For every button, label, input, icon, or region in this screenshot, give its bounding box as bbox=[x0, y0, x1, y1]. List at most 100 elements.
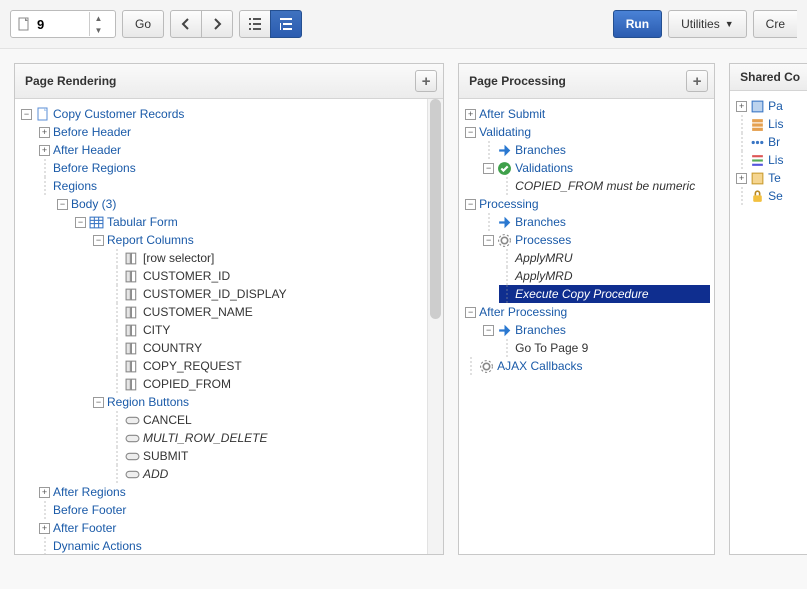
run-button[interactable]: Run bbox=[613, 10, 662, 38]
node-execute-copy-selected[interactable]: Execute Copy Procedure bbox=[499, 285, 710, 303]
toggle-expand[interactable]: + bbox=[736, 101, 747, 112]
prev-page-button[interactable] bbox=[170, 10, 202, 38]
toggle-collapse[interactable]: − bbox=[465, 199, 476, 210]
shared-se[interactable]: Se bbox=[768, 187, 783, 205]
btn-cancel[interactable]: CANCEL bbox=[143, 411, 192, 429]
page-number-field[interactable]: ▲ ▼ bbox=[10, 10, 116, 38]
shared-pa[interactable]: Pa bbox=[768, 97, 783, 115]
gear-icon bbox=[479, 359, 494, 374]
page-icon bbox=[35, 107, 50, 122]
toggle-expand[interactable]: + bbox=[39, 127, 50, 138]
view-tree-button[interactable] bbox=[270, 10, 302, 38]
toggle-expand[interactable]: + bbox=[736, 173, 747, 184]
node-apply-mru[interactable]: ApplyMRU bbox=[515, 249, 572, 267]
col-customer-name[interactable]: CUSTOMER_NAME bbox=[143, 303, 253, 321]
node-apply-mrd[interactable]: ApplyMRD bbox=[515, 267, 572, 285]
utilities-button[interactable]: Utilities ▼ bbox=[668, 10, 747, 38]
node-ajax-callbacks[interactable]: AJAX Callbacks bbox=[497, 357, 582, 375]
btn-multi-row-delete[interactable]: MULTI_ROW_DELETE bbox=[143, 429, 267, 447]
node-validations[interactable]: Validations bbox=[515, 159, 573, 177]
node-after-header[interactable]: After Header bbox=[53, 141, 121, 159]
panel-shared: Shared Co + Pa Lis Br Lis + Te Se bbox=[729, 63, 807, 555]
shared-lis2[interactable]: Lis bbox=[768, 151, 783, 169]
col-customer-id-display[interactable]: CUSTOMER_ID_DISPLAY bbox=[143, 285, 287, 303]
toggle-collapse[interactable]: − bbox=[75, 217, 86, 228]
node-region-buttons[interactable]: Region Buttons bbox=[107, 393, 189, 411]
view-grid-button[interactable] bbox=[239, 10, 271, 38]
node-before-footer[interactable]: Before Footer bbox=[53, 501, 126, 519]
node-after-submit[interactable]: After Submit bbox=[479, 105, 545, 123]
toggle-collapse[interactable]: − bbox=[483, 163, 494, 174]
page-spinner[interactable]: ▲ ▼ bbox=[89, 12, 107, 36]
node-validating[interactable]: Validating bbox=[479, 123, 531, 141]
tree-root[interactable]: Copy Customer Records bbox=[53, 105, 184, 123]
breadcrumb-icon bbox=[750, 135, 765, 150]
node-after-processing[interactable]: After Processing bbox=[479, 303, 567, 321]
node-tabular-form[interactable]: Tabular Form bbox=[107, 213, 178, 231]
rendering-tree[interactable]: − Copy Customer Records +Before Header +… bbox=[15, 99, 443, 554]
panel-shared-header: Shared Co bbox=[730, 64, 807, 91]
spinner-down[interactable]: ▼ bbox=[90, 24, 107, 36]
btn-submit[interactable]: SUBMIT bbox=[143, 447, 188, 465]
toggle-collapse[interactable]: − bbox=[483, 325, 494, 336]
node-dynamic-actions[interactable]: Dynamic Actions bbox=[53, 537, 142, 554]
toggle-collapse[interactable]: − bbox=[465, 307, 476, 318]
panel-processing-add-button[interactable]: + bbox=[686, 70, 708, 92]
node-copied-from-numeric[interactable]: COPIED_FROM must be numeric bbox=[515, 177, 695, 195]
toggle-expand[interactable]: + bbox=[465, 109, 476, 120]
toggle-collapse[interactable]: − bbox=[93, 397, 104, 408]
shared-tree[interactable]: + Pa Lis Br Lis + Te Se bbox=[730, 91, 807, 211]
btn-add[interactable]: ADD bbox=[143, 465, 168, 483]
node-body[interactable]: Body (3) bbox=[71, 195, 116, 213]
column-icon bbox=[125, 377, 140, 392]
node-report-columns[interactable]: Report Columns bbox=[107, 231, 194, 249]
node-before-regions[interactable]: Before Regions bbox=[53, 159, 136, 177]
go-button[interactable]: Go bbox=[122, 10, 164, 38]
toggle-collapse[interactable]: − bbox=[57, 199, 68, 210]
toggle-collapse[interactable]: − bbox=[465, 127, 476, 138]
col-customer-id[interactable]: CUSTOMER_ID bbox=[143, 267, 230, 285]
spinner-up[interactable]: ▲ bbox=[90, 12, 107, 24]
toggle-expand[interactable]: + bbox=[39, 487, 50, 498]
lock-icon bbox=[750, 189, 765, 204]
next-page-button[interactable] bbox=[201, 10, 233, 38]
toggle-expand[interactable]: + bbox=[39, 145, 50, 156]
column-icon bbox=[125, 287, 140, 302]
panel-rendering: Page Rendering + − Copy Customer Records… bbox=[14, 63, 444, 555]
toggle-collapse[interactable]: − bbox=[21, 109, 32, 120]
scrollbar[interactable] bbox=[427, 99, 443, 554]
node-after-regions[interactable]: After Regions bbox=[53, 483, 126, 501]
node-execute-copy[interactable]: Execute Copy Procedure bbox=[515, 285, 648, 303]
panels-container: Page Rendering + − Copy Customer Records… bbox=[0, 49, 807, 569]
node-branches[interactable]: Branches bbox=[515, 321, 566, 339]
col-country[interactable]: COUNTRY bbox=[143, 339, 202, 357]
node-before-header[interactable]: Before Header bbox=[53, 123, 131, 141]
button-icon bbox=[125, 449, 140, 464]
panel-rendering-header: Page Rendering + bbox=[15, 64, 443, 99]
toggle-collapse[interactable]: − bbox=[93, 235, 104, 246]
node-branches[interactable]: Branches bbox=[515, 213, 566, 231]
panel-rendering-title: Page Rendering bbox=[25, 74, 116, 88]
shared-br[interactable]: Br bbox=[768, 133, 780, 151]
node-processing[interactable]: Processing bbox=[479, 195, 538, 213]
node-processes[interactable]: Processes bbox=[515, 231, 571, 249]
node-after-footer[interactable]: After Footer bbox=[53, 519, 116, 537]
scroll-thumb[interactable] bbox=[430, 99, 441, 319]
toggle-expand[interactable]: + bbox=[39, 523, 50, 534]
col-copy-request[interactable]: COPY_REQUEST bbox=[143, 357, 242, 375]
node-branches[interactable]: Branches bbox=[515, 141, 566, 159]
processing-tree[interactable]: +After Submit −Validating Branches −Vali… bbox=[459, 99, 714, 381]
node-goto-page-9[interactable]: Go To Page 9 bbox=[515, 339, 588, 357]
column-icon bbox=[125, 341, 140, 356]
col-copied-from[interactable]: COPIED_FROM bbox=[143, 375, 231, 393]
col-city[interactable]: CITY bbox=[143, 321, 170, 339]
page-number-input[interactable] bbox=[35, 16, 89, 33]
col-row-selector[interactable]: [row selector] bbox=[143, 249, 214, 267]
panel-rendering-add-button[interactable]: + bbox=[415, 70, 437, 92]
create-button[interactable]: Cre bbox=[753, 10, 797, 38]
toggle-collapse[interactable]: − bbox=[483, 235, 494, 246]
shared-te[interactable]: Te bbox=[768, 169, 781, 187]
node-regions[interactable]: Regions bbox=[53, 177, 97, 195]
list-icon bbox=[750, 117, 765, 132]
shared-lis[interactable]: Lis bbox=[768, 115, 783, 133]
